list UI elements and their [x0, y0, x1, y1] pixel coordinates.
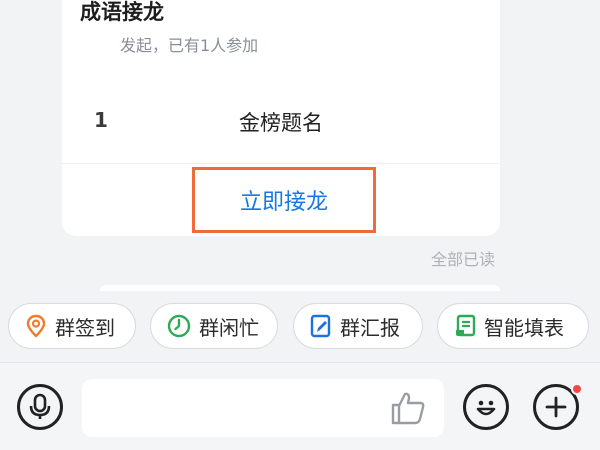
report-edit-icon [310, 314, 331, 338]
microphone-icon [29, 393, 51, 419]
quick-action-label: 群汇报 [340, 315, 400, 340]
quick-action-label: 群签到 [55, 315, 115, 340]
quick-action-group-report[interactable]: 群汇报 [293, 303, 423, 349]
quick-actions-bar: 群签到 群闲忙 群汇报 智能填表 [0, 303, 600, 349]
voice-button[interactable] [17, 384, 63, 430]
list-item: 1 金榜题名 [62, 98, 500, 138]
quick-action-label: 智能填表 [484, 315, 564, 340]
smiley-icon [476, 400, 496, 416]
thumbs-up-icon[interactable] [390, 390, 428, 426]
form-fill-icon [456, 314, 476, 337]
read-status: 全部已读 [430, 250, 495, 269]
quick-action-group-checkin[interactable]: 群签到 [8, 303, 136, 349]
message-input-bar [0, 362, 600, 450]
card-subtitle: 发起，已有1人参加 [120, 36, 259, 55]
entry-text: 金榜题名 [239, 111, 323, 135]
card-title: 成语接龙 [80, 0, 164, 24]
notification-badge [571, 383, 583, 395]
next-message-edge [100, 285, 500, 291]
clock-icon [167, 314, 191, 338]
location-pin-icon [26, 314, 46, 338]
card-divider [62, 163, 500, 164]
emoji-button[interactable] [463, 384, 509, 430]
quick-action-label: 群闲忙 [199, 315, 259, 340]
quick-action-group-busy[interactable]: 群闲忙 [150, 303, 278, 349]
quick-action-smart-form[interactable]: 智能填表 [437, 303, 589, 349]
plus-icon [545, 396, 567, 418]
solitaire-card: 成语接龙 发起，已有1人参加 1 金榜题名 立即接龙 [62, 0, 500, 236]
join-solitaire-button[interactable]: 立即接龙 [192, 167, 376, 233]
